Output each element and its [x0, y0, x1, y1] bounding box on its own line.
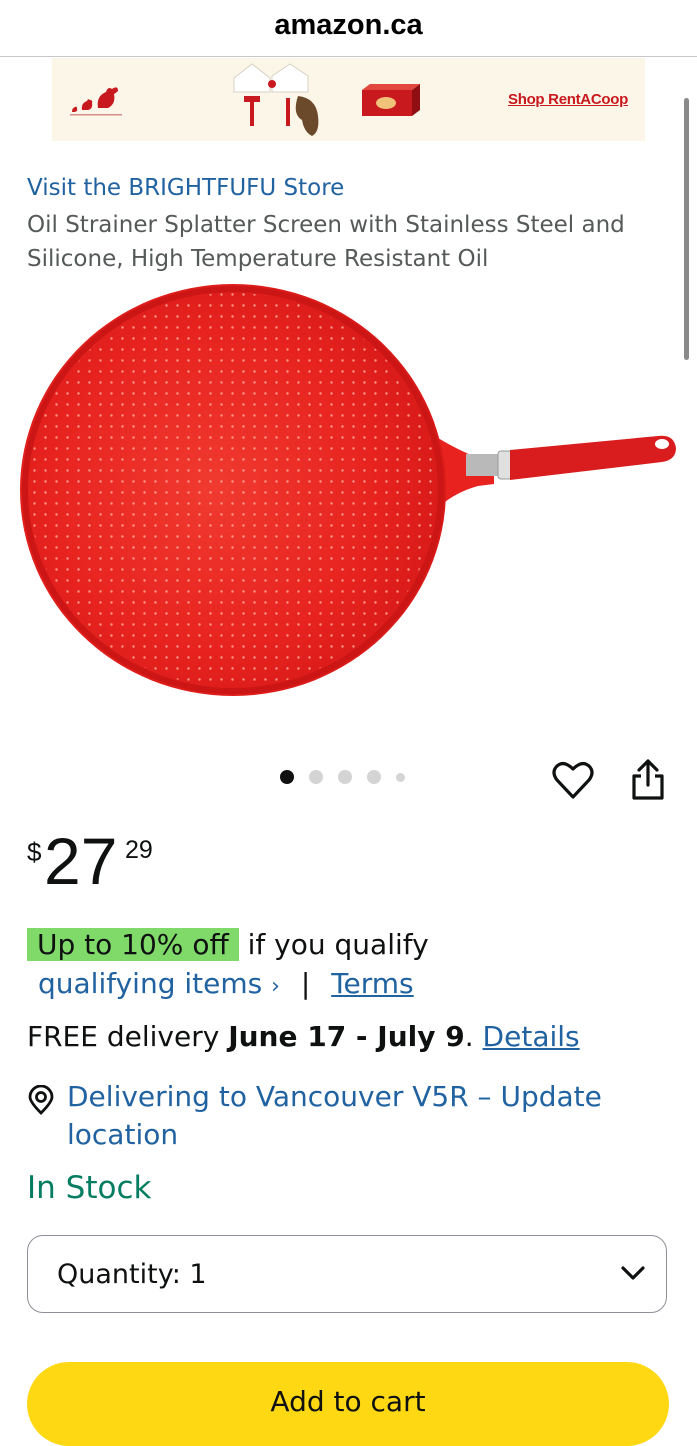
promo-badge: Up to 10% off — [27, 928, 239, 961]
shop-rentacoop-link[interactable]: Shop RentACoop — [508, 91, 628, 108]
browser-url-bar[interactable]: amazon.ca — [0, 0, 697, 57]
carousel-dot[interactable] — [338, 770, 352, 784]
qualifying-items-link[interactable]: qualifying items › — [38, 967, 280, 1000]
share-icon[interactable] — [630, 758, 666, 802]
heart-icon[interactable] — [552, 760, 594, 802]
delivery-details-link[interactable]: Details — [483, 1020, 580, 1053]
carousel-dot[interactable] — [309, 770, 323, 784]
location-pin-icon — [28, 1085, 54, 1115]
page-scrollbar[interactable] — [684, 98, 689, 360]
carousel-dot[interactable] — [367, 770, 381, 784]
chickens-logo — [70, 87, 122, 116]
delivery-suffix: . — [464, 1020, 483, 1053]
product-box-image — [362, 84, 420, 116]
promo-text: if you qualify — [247, 928, 429, 961]
carousel-dot[interactable] — [280, 770, 294, 784]
delivery-info: FREE delivery June 17 - July 9. Details — [27, 1020, 580, 1053]
price-currency: $ — [27, 837, 42, 867]
image-carousel-dots[interactable] — [280, 770, 420, 784]
stock-status: In Stock — [27, 1170, 152, 1206]
carousel-dot[interactable] — [396, 772, 405, 782]
visit-store-link[interactable]: Visit the BRIGHTFUFU Store — [27, 175, 344, 201]
delivery-prefix: FREE delivery — [27, 1020, 229, 1053]
price-fraction: 29 — [125, 836, 153, 864]
delivery-location-link[interactable]: Delivering to Vancouver V5R – Update loc… — [67, 1078, 627, 1154]
chicken-feeder-image — [233, 63, 319, 136]
quantity-label: Quantity: 1 — [57, 1259, 207, 1290]
terms-link[interactable]: Terms — [331, 967, 413, 1000]
price-whole: 27 — [44, 824, 118, 898]
url-text: amazon.ca — [274, 8, 423, 41]
product-title: Oil Strainer Splatter Screen with Stainl… — [27, 212, 625, 272]
quantity-value: 1 — [189, 1259, 207, 1290]
product-image[interactable] — [18, 278, 678, 708]
delivery-dates: June 17 - July 9 — [228, 1020, 465, 1053]
separator: | — [300, 967, 311, 1000]
quantity-selector[interactable]: Quantity: 1 — [27, 1235, 667, 1313]
chevron-down-icon — [621, 1266, 645, 1280]
promo-links-row: qualifying items › | Terms — [38, 967, 414, 1000]
add-to-cart-button[interactable]: Add to cart — [27, 1362, 669, 1446]
add-to-cart-label: Add to cart — [270, 1384, 426, 1418]
sponsored-ad-banner[interactable]: Shop RentACoop — [52, 58, 645, 141]
promo-line: Up to 10% off if you qualify — [27, 928, 429, 961]
